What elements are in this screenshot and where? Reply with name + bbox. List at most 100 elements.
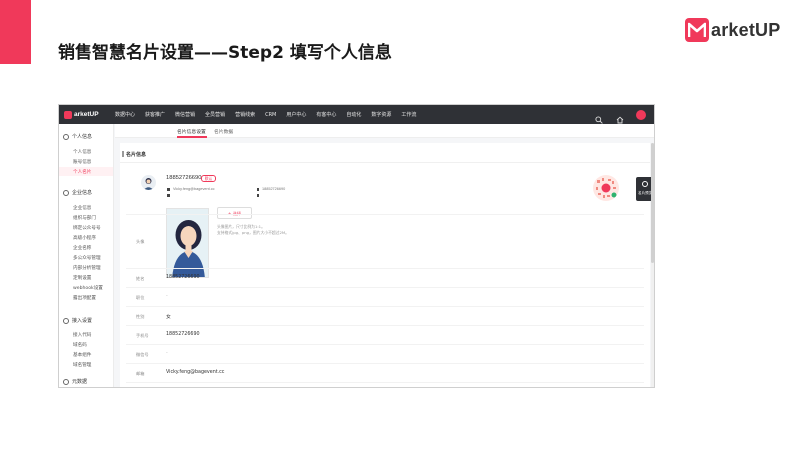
nav-item[interactable]: 营销线索: [235, 111, 255, 118]
app-logo[interactable]: arketUP: [59, 110, 115, 119]
position-value[interactable]: -: [166, 294, 168, 299]
plug-icon: [63, 317, 69, 324]
sidebar-group-label: 个人信息: [72, 134, 93, 140]
search-icon[interactable]: [595, 111, 603, 124]
sidebar-item[interactable]: 个人信息: [73, 149, 91, 155]
wechat-value[interactable]: -: [166, 351, 168, 356]
tab-card-data[interactable]: 名片数据: [214, 128, 233, 135]
sidebar-item[interactable]: 企业信息: [73, 205, 91, 211]
sidebar-item[interactable]: 露出项配置: [73, 295, 96, 301]
nav-item[interactable]: 用户中心: [286, 111, 306, 118]
content-scrollbar[interactable]: [651, 143, 654, 387]
scrollbar-thumb[interactable]: [651, 143, 654, 263]
row-divider: [126, 268, 644, 269]
app-brand: arketUP: [74, 111, 99, 118]
email-value[interactable]: Vicky.feng@bagevent.cc: [166, 370, 224, 375]
card-avatar: [141, 175, 156, 190]
nav-item[interactable]: 微信营销: [175, 111, 195, 118]
slide-accent-bar: [0, 0, 31, 64]
logo-text: arketUP: [711, 19, 781, 40]
user-icon: [63, 133, 69, 140]
nav-item[interactable]: 自动化: [346, 111, 361, 118]
top-nav: 数据中心 获客推广 微信营销 全员营销 营销线索 CRM 用户中心 有客中心 自…: [115, 111, 426, 119]
mobile-value[interactable]: 18852726690: [166, 332, 200, 337]
sidebar-item[interactable]: 内部分析管理: [73, 265, 101, 271]
sidebar-item[interactable]: 基本组件: [73, 352, 91, 358]
default-badge: 默认: [201, 175, 216, 182]
sidebar-group-metadata[interactable]: 元数据: [63, 378, 87, 385]
card-name: 18852726690: [166, 175, 202, 181]
card-qr-code[interactable]: [593, 175, 619, 201]
gender-label: 性别: [136, 314, 145, 319]
sidebar-group-integration[interactable]: 接入设置: [63, 317, 92, 324]
building-icon: [63, 189, 69, 196]
card-settings-panel: 名片信息 18852726690 默认 Vicky.feng@bagevent.…: [120, 143, 650, 387]
sidebar-item[interactable]: 域名码: [73, 342, 87, 348]
topbar-actions: [582, 105, 646, 124]
name-value[interactable]: 18852726690: [166, 275, 200, 280]
sidebar-item[interactable]: 账号信息: [73, 159, 91, 165]
app-screenshot-frame: arketUP 数据中心 获客推广 微信营销 全员营销 营销线索 CRM 用户中…: [58, 104, 655, 388]
email-label: 邮箱: [136, 371, 145, 376]
user-avatar[interactable]: [636, 109, 646, 120]
card-email: Vicky.feng@bagevent.cc: [173, 187, 215, 191]
sidebar-group-personal[interactable]: 个人信息: [63, 133, 92, 140]
row-divider: [126, 325, 644, 326]
upload-photo-button[interactable]: + 选择: [217, 207, 252, 219]
nav-item[interactable]: 全员营销: [205, 111, 225, 118]
logo-m-icon: [685, 18, 709, 42]
section-title: 名片信息: [126, 152, 147, 158]
sidebar-item[interactable]: 定制设置: [73, 275, 91, 281]
database-icon: [63, 378, 69, 385]
upload-hint: 头像图片，尺寸比例为1:1。 支持格式jpg、png，图片大小不超过2M。: [217, 224, 289, 236]
page-tabs: 名片信息设置 名片数据: [115, 124, 654, 138]
settings-sidebar: 个人信息 个人信息 账号信息 个人名片 企业信息 企业信息 组织与部门 绑定公众…: [59, 124, 114, 387]
sidebar-item[interactable]: 企业名称: [73, 245, 91, 251]
sidebar-item[interactable]: 多公众号管理: [73, 255, 101, 261]
upload-hint-line: 支持格式jpg、png，图片大小不超过2M。: [217, 230, 289, 235]
card-phone: 18852726690: [262, 187, 286, 191]
row-divider: [126, 287, 644, 288]
slide-title: 销售智慧名片设置——Step2 填写个人信息: [58, 43, 392, 63]
row-divider: [126, 382, 644, 383]
sidebar-item[interactable]: 接入代码: [73, 332, 91, 338]
nav-item[interactable]: 工作流: [401, 111, 416, 118]
position-label: 职位: [136, 295, 145, 300]
sidebar-item[interactable]: 组织与部门: [73, 215, 96, 221]
sidebar-item-active[interactable]: 个人名片: [73, 169, 91, 175]
wechat-label: 微信号: [136, 352, 149, 357]
home-icon[interactable]: [616, 111, 624, 123]
phone-icon: [257, 187, 259, 191]
preview-icon: [642, 181, 648, 187]
marketup-logo: arketUP: [685, 18, 780, 42]
nav-item[interactable]: 数据中心: [115, 111, 135, 118]
nav-item[interactable]: 有客中心: [316, 111, 336, 118]
sidebar-group-enterprise[interactable]: 企业信息: [63, 189, 92, 196]
building-icon: [167, 194, 170, 197]
row-divider: [126, 363, 644, 364]
nav-item[interactable]: 获客推广: [145, 111, 165, 118]
active-tab-underline: [177, 136, 207, 138]
sidebar-group-label: 元数据: [72, 379, 88, 385]
row-divider: [126, 214, 644, 215]
app-topbar: arketUP 数据中心 获客推广 微信营销 全员营销 营销线索 CRM 用户中…: [59, 105, 654, 124]
sidebar-item[interactable]: 域名管理: [73, 362, 91, 368]
sidebar-group-label: 接入设置: [72, 318, 93, 324]
nav-item[interactable]: CRM: [265, 112, 276, 118]
sidebar-item[interactable]: 绑定公众号号: [73, 225, 101, 231]
app-logo-icon: [64, 110, 72, 119]
nav-item[interactable]: 数字资源: [371, 111, 391, 118]
avatar-label: 头像: [136, 239, 145, 244]
section-marker: [122, 151, 124, 157]
tab-card-settings[interactable]: 名片信息设置: [177, 128, 206, 135]
sidebar-item[interactable]: webhook设置: [73, 285, 103, 291]
sidebar-item[interactable]: 高级小程序: [73, 235, 96, 241]
location-icon: [257, 194, 259, 197]
section-divider: [120, 162, 650, 163]
row-divider: [126, 306, 644, 307]
mobile-label: 手机号: [136, 333, 149, 338]
gender-value[interactable]: 女: [166, 313, 171, 320]
sidebar-group-label: 企业信息: [72, 190, 93, 196]
mail-icon: [167, 187, 170, 191]
row-divider: [126, 344, 644, 345]
